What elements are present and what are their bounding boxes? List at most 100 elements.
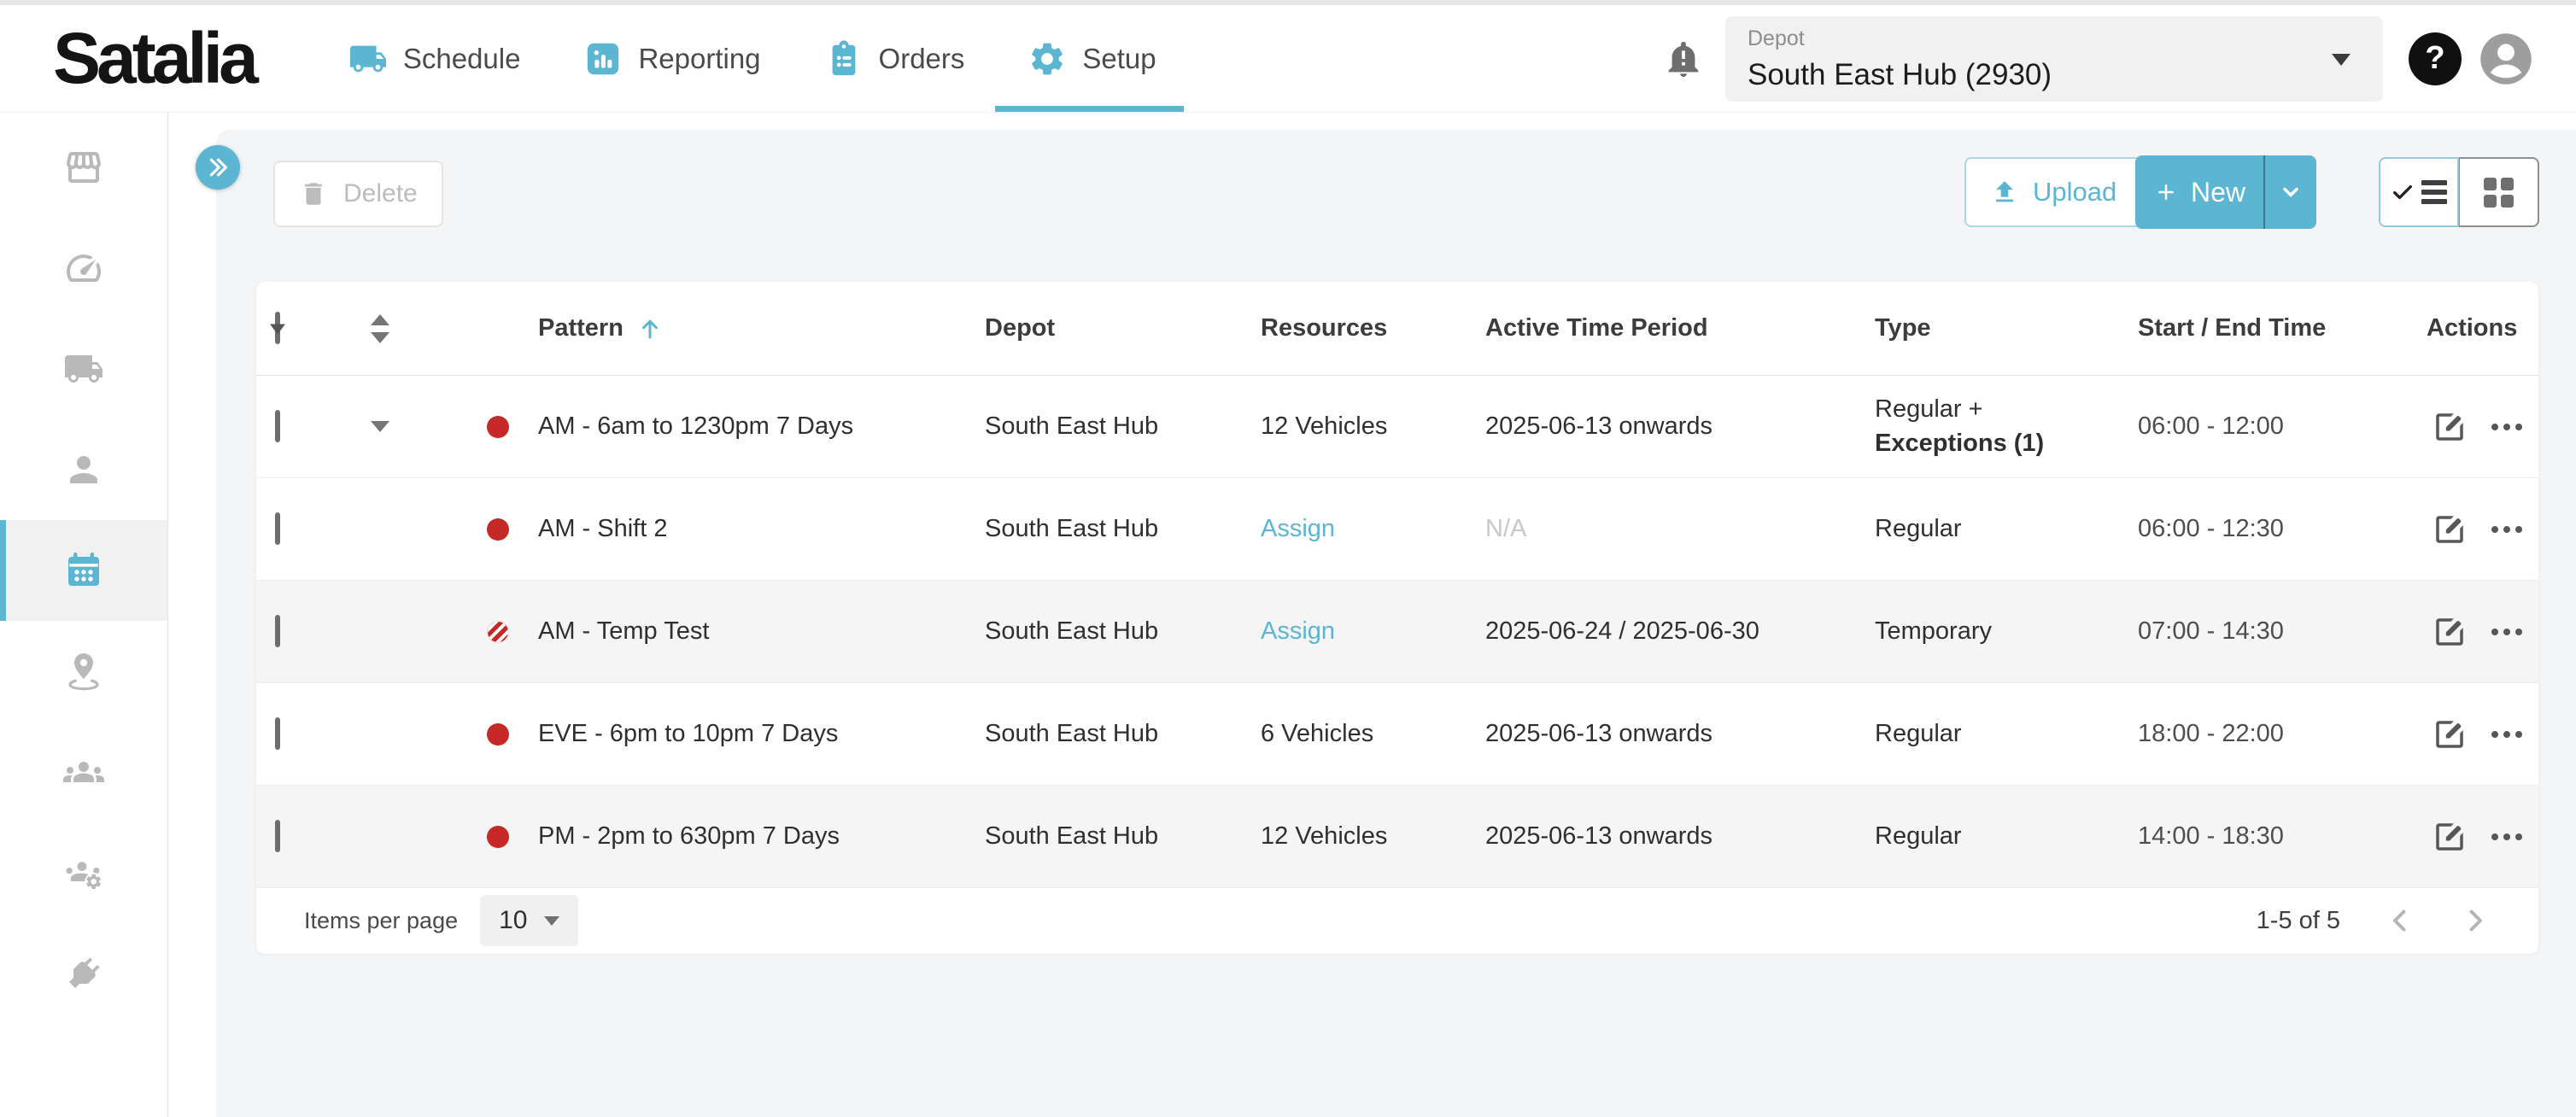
main-nav: Schedule Reporting Orders Setup [348,5,1156,112]
edit-icon [2432,512,2468,547]
previous-page-button[interactable] [2385,905,2415,936]
plus-icon [2153,179,2179,205]
row-checkbox[interactable] [275,717,280,750]
nav-label-orders: Orders [879,43,965,75]
assign-link[interactable]: Assign [1261,515,1335,542]
upload-button[interactable]: Upload [1964,157,2142,227]
table-row: AM - Shift 2 South East Hub Assign N/A R… [256,478,2538,581]
view-mode-toggle [2379,157,2539,227]
grid-icon [2484,178,2514,208]
pattern-status-dot [487,826,509,848]
column-header-type: Type [1868,314,2131,342]
plug-icon [63,953,104,994]
sidebar-item-teams[interactable] [0,722,167,822]
new-button[interactable]: New [2135,155,2265,229]
items-per-page-label: Items per page [304,908,458,934]
row-checkbox[interactable] [275,410,280,442]
select-all-checkbox[interactable] [275,312,280,344]
depot-selector[interactable]: Depot South East Hub (2930) [1725,16,2383,102]
truck-icon [348,39,388,79]
row-checkbox[interactable] [275,820,280,852]
resources-cell: 12 Vehicles [1254,822,1478,851]
edit-icon [2432,409,2468,445]
row-menu-button[interactable] [2491,629,2522,635]
topbar-right-group: Depot South East Hub (2930) ? [1664,16,2535,102]
page-size-select[interactable]: 10 [480,895,578,946]
assign-link[interactable]: Assign [1261,617,1335,645]
person-icon [63,449,104,490]
list-view-toggle[interactable] [2379,157,2459,227]
edit-button[interactable] [2432,614,2468,650]
notification-bell-icon[interactable] [1664,39,1703,79]
time-cell: 14:00 - 18:30 [2131,822,2420,851]
row-checkbox[interactable] [275,512,280,545]
pattern-name[interactable]: AM - Temp Test [538,617,709,646]
row-checkbox[interactable] [275,615,280,647]
time-cell: 06:00 - 12:00 [2131,412,2420,441]
column-header-start-end-time: Start / End Time [2131,314,2420,342]
user-avatar[interactable] [2477,30,2535,88]
depot-cell: South East Hub [978,822,1254,851]
pattern-status-dot [487,518,509,541]
pattern-name[interactable]: PM - 2pm to 630pm 7 Days [538,822,840,851]
sidebar-item-integrations[interactable] [0,923,167,1024]
chevron-down-icon [544,916,559,926]
row-menu-button[interactable] [2491,526,2522,533]
sidebar-item-fleet[interactable] [0,319,167,419]
type-cell: Regular [1868,717,2131,751]
page-size-value: 10 [499,906,527,935]
resources-cell: 12 Vehicles [1254,412,1478,441]
expand-sidebar-button[interactable] [196,145,240,190]
patterns-table-card: Pattern Depot Resources Active Time Peri… [256,282,2538,954]
edit-button[interactable] [2432,716,2468,752]
sidebar-item-drivers[interactable] [0,419,167,520]
delete-button[interactable]: Delete [273,161,443,227]
trash-icon [299,179,328,208]
pagination-range: 1-5 of 5 [2257,907,2340,935]
sidebar-item-locations[interactable] [0,621,167,722]
location-pin-icon [63,651,104,692]
chevron-right-icon [2460,905,2491,936]
edit-button[interactable] [2432,409,2468,445]
expand-collapse-all-control[interactable] [333,314,427,343]
nav-tab-reporting[interactable]: Reporting [583,5,760,112]
new-button-label: New [2191,177,2245,208]
edit-button[interactable] [2432,819,2468,855]
edit-button[interactable] [2432,512,2468,547]
nav-tab-setup[interactable]: Setup [1027,5,1156,112]
sidebar-item-shift-patterns[interactable] [0,520,167,621]
edit-icon [2432,614,2468,650]
next-page-button[interactable] [2460,905,2491,936]
time-cell: 18:00 - 22:00 [2131,720,2420,748]
table-row: AM - 6am to 1230pm 7 Days South East Hub… [256,376,2538,478]
window-top-strip [0,0,2576,5]
row-menu-button[interactable] [2491,424,2522,430]
delete-button-label: Delete [343,179,418,208]
sidebar-item-user-management[interactable] [0,822,167,923]
pattern-name[interactable]: AM - Shift 2 [538,515,668,543]
row-menu-button[interactable] [2491,731,2522,738]
expand-all-icon [371,332,389,343]
type-cell: Regular [1868,820,2131,853]
depot-cell: South East Hub [978,412,1254,441]
nav-tab-orders[interactable]: Orders [824,5,965,112]
check-icon [2391,180,2415,204]
grid-view-toggle[interactable] [2459,157,2539,227]
table-row: AM - Temp Test South East Hub Assign 202… [256,581,2538,683]
row-menu-button[interactable] [2491,833,2522,840]
sidebar-item-depots[interactable] [0,117,167,218]
pattern-status-dot-striped [487,621,509,643]
expand-row-button[interactable] [333,421,427,432]
storefront-icon [63,147,104,188]
pattern-name[interactable]: EVE - 6pm to 10pm 7 Days [538,720,838,748]
sidebar-item-dashboard[interactable] [0,218,167,319]
clipboard-icon [824,39,864,79]
column-header-pattern[interactable]: Pattern [427,314,978,342]
help-button[interactable]: ? [2409,32,2462,85]
app-window: Satalia Schedule Reporting Orders Setup [0,0,2576,1117]
nav-tab-schedule[interactable]: Schedule [348,5,521,112]
pattern-name[interactable]: AM - 6am to 1230pm 7 Days [538,412,853,441]
new-button-dropdown[interactable] [2265,155,2316,229]
column-header-resources: Resources [1254,314,1478,342]
list-icon [2421,180,2447,204]
